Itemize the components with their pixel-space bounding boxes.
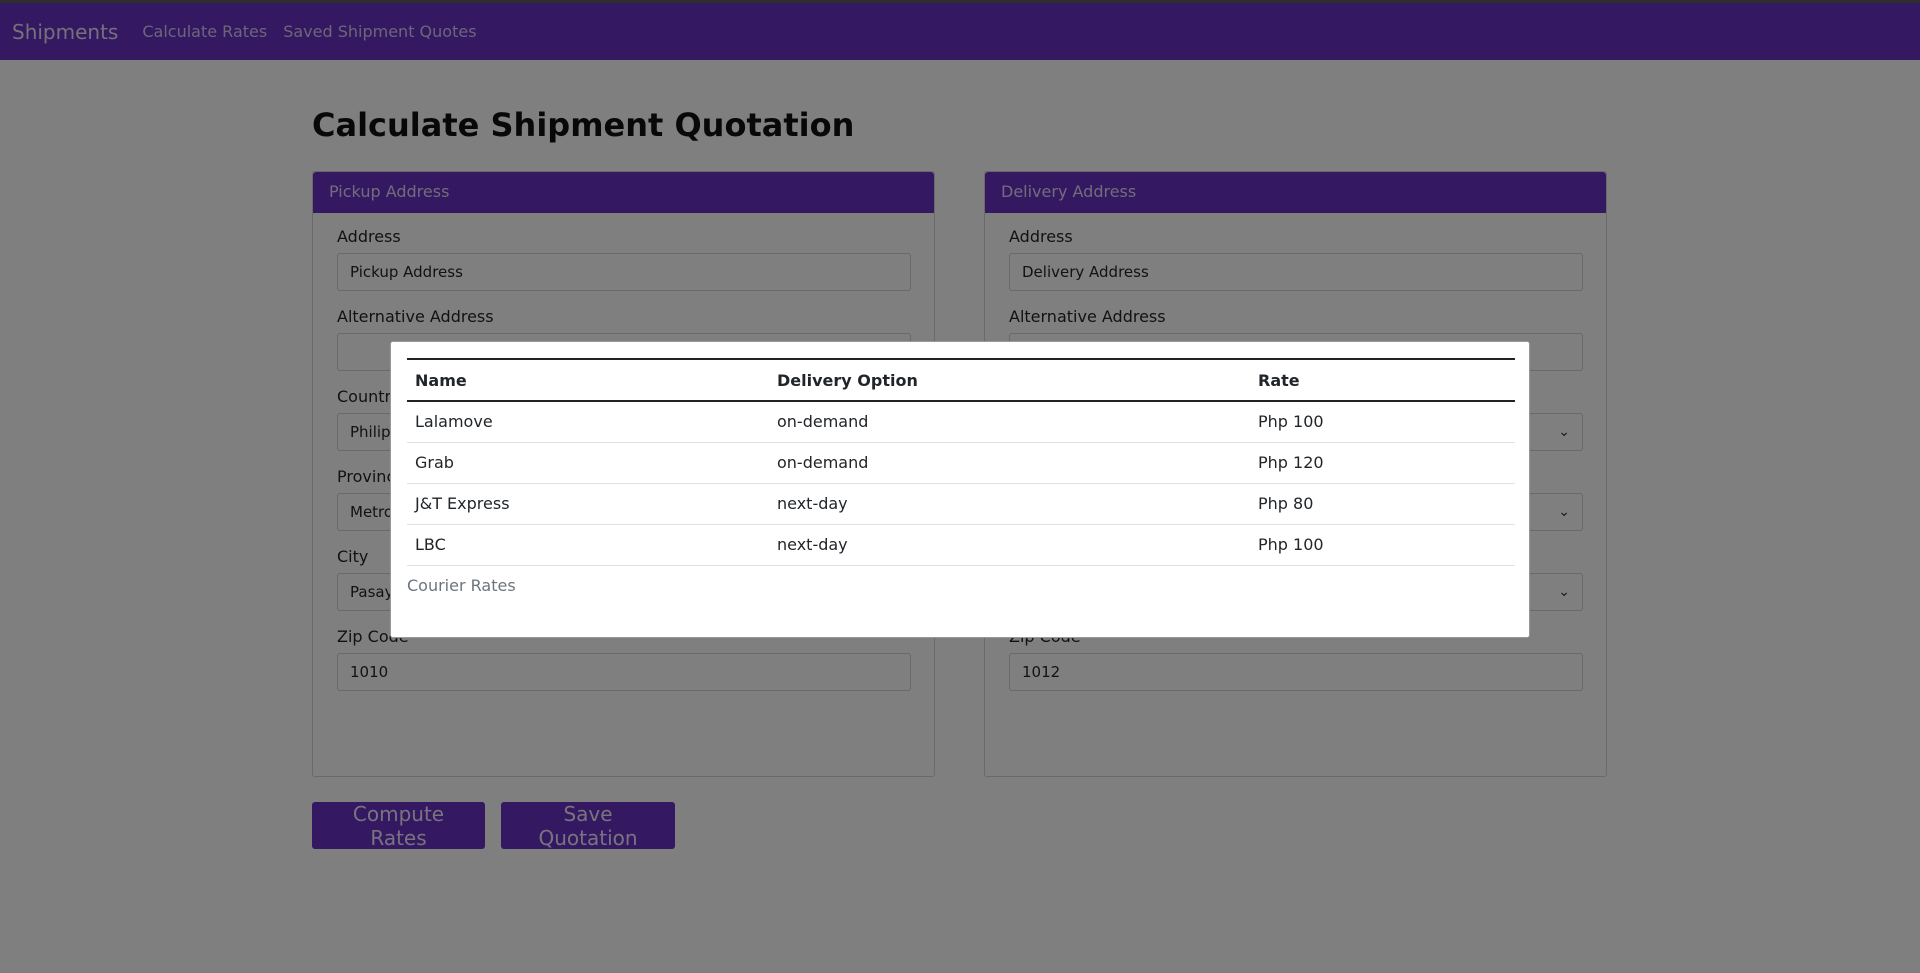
table-row: LBC next-day Php 100 [407, 524, 1515, 566]
rate-cell: Php 120 [1250, 442, 1515, 484]
delivery-option-cell: on-demand [769, 442, 1250, 484]
courier-name-cell: LBC [407, 524, 769, 566]
table-row: Lalamove on-demand Php 100 [407, 401, 1515, 443]
rate-cell: Php 80 [1250, 483, 1515, 525]
table-row: J&T Express next-day Php 80 [407, 483, 1515, 525]
courier-rates-table: Name Delivery Option Rate Lalamove on-de… [407, 358, 1515, 566]
courier-name-cell: Grab [407, 442, 769, 484]
delivery-option-cell: next-day [769, 483, 1250, 525]
courier-name-cell: J&T Express [407, 483, 769, 525]
delivery-option-cell: on-demand [769, 401, 1250, 443]
column-header-rate: Rate [1250, 358, 1515, 402]
table-header-row: Name Delivery Option Rate [407, 358, 1515, 402]
rate-cell: Php 100 [1250, 401, 1515, 443]
courier-rates-modal: Name Delivery Option Rate Lalamove on-de… [390, 341, 1530, 638]
delivery-option-cell: next-day [769, 524, 1250, 566]
column-header-name: Name [407, 358, 769, 402]
table-caption: Courier Rates [407, 575, 516, 595]
column-header-delivery-option: Delivery Option [769, 358, 1250, 402]
table-row: Grab on-demand Php 120 [407, 442, 1515, 484]
rate-cell: Php 100 [1250, 524, 1515, 566]
courier-name-cell: Lalamove [407, 401, 769, 443]
